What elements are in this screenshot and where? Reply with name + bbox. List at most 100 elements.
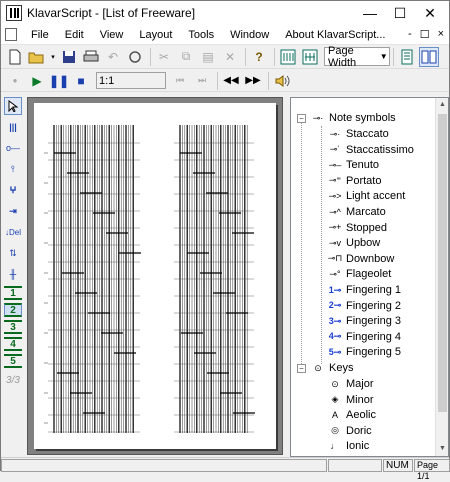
zoom-select[interactable]: Page Width ▼ <box>324 45 390 69</box>
menu-file[interactable]: File <box>23 29 57 41</box>
single-page-icon[interactable] <box>397 47 417 67</box>
print-icon[interactable] <box>81 47 101 67</box>
time-signature-tool-icon[interactable]: 3/3 <box>4 371 22 389</box>
tree-item[interactable]: 5⊸ Fingering 5 <box>327 344 401 360</box>
pause-icon[interactable]: ❚❚ <box>49 71 69 91</box>
fingering-5-tool-icon[interactable]: 5 <box>4 354 22 368</box>
tree-item[interactable]: ⊸° Flageolet <box>327 266 391 282</box>
undo-icon[interactable]: ↶ <box>103 47 123 67</box>
tree-node-keys[interactable]: − ⊙ Keys <box>291 360 353 376</box>
bar-tool-icon[interactable]: ╫ <box>4 265 22 283</box>
rewind-icon[interactable]: ◀◀ <box>221 71 241 91</box>
menu-layout[interactable]: Layout <box>131 29 180 41</box>
scroll-up-icon[interactable]: ▲ <box>436 98 448 112</box>
tree-node-note-symbols[interactable]: − ⊸· Note symbols <box>291 110 396 126</box>
copy-icon[interactable]: ⧉ <box>176 47 196 67</box>
collapse-icon[interactable]: − <box>297 363 306 373</box>
go-to-end-icon[interactable]: ⏭ <box>192 71 212 91</box>
tree-item[interactable]: ⊙ Major <box>327 376 373 392</box>
insert-tool-icon[interactable]: ↓Del <box>4 223 22 241</box>
fingering-2-tool-icon[interactable]: 2 <box>4 303 22 317</box>
tree-item[interactable]: ⊸> Light accent <box>327 188 406 204</box>
tree-item[interactable]: A Aeolic <box>327 407 376 423</box>
mdi-minimize-button[interactable]: - <box>408 28 412 41</box>
open-folder-icon[interactable] <box>27 47 47 67</box>
menu-bar: File Edit View Layout Tools Window About… <box>1 25 449 45</box>
maximize-button[interactable]: ☐ <box>385 1 415 25</box>
go-to-start-icon[interactable]: ⏮ <box>170 71 190 91</box>
tree-item[interactable]: ⊸+ Stopped <box>327 220 387 236</box>
menu-edit[interactable]: Edit <box>57 29 92 41</box>
tree-item[interactable]: 3⊸ Fingering 3 <box>327 313 401 329</box>
tree-item[interactable]: ⊸ˈ Staccatissimo <box>327 142 414 158</box>
tree-item[interactable]: ◎ Doric <box>327 423 372 439</box>
two-page-icon[interactable] <box>419 46 439 67</box>
stop-icon[interactable]: ■ <box>71 71 91 91</box>
tree-item-label: Minor <box>346 393 374 406</box>
fast-forward-icon[interactable]: ▶▶ <box>243 71 263 91</box>
score-view-icon[interactable] <box>278 47 298 67</box>
tree-item[interactable]: ⊸· Staccato <box>327 126 389 142</box>
tool-palette: ||| o— ⫯ ⵖ ⇥ ↓Del ⇅ ╫ 1 2 3 4 5 3/3 <box>1 97 25 457</box>
klavarscript-app-icon[interactable] <box>6 5 22 21</box>
tree-item-label: Ionic <box>346 440 370 453</box>
tree-item[interactable]: ⊸⁼ Portato <box>327 173 382 189</box>
new-file-icon[interactable] <box>5 47 25 67</box>
mdi-restore-button[interactable]: ☐ <box>420 28 430 41</box>
close-button[interactable]: ✕ <box>415 1 445 25</box>
play-icon[interactable]: ▶ <box>27 71 47 91</box>
score-page[interactable] <box>34 103 276 449</box>
tree-item-label: Fingering 3 <box>346 315 402 328</box>
beam-tool-icon[interactable]: ⵖ <box>4 181 22 199</box>
tree-item[interactable]: ⊸v Upbow <box>327 235 380 251</box>
title-bar: KlavarScript - [List of Freeware] — ☐ ✕ <box>1 1 449 25</box>
keys-icon: ⊙ <box>314 362 322 373</box>
measure-tool-icon[interactable]: ⇥ <box>4 202 22 220</box>
score-canvas[interactable] <box>27 97 283 455</box>
document-icon[interactable] <box>5 28 17 41</box>
select-arrow-icon[interactable] <box>4 97 22 115</box>
tree-item[interactable]: 4⊸ Fingering 4 <box>327 329 401 345</box>
fingering-4-tool-icon[interactable]: 4 <box>4 337 22 351</box>
position-field[interactable] <box>96 72 166 89</box>
delete-icon[interactable]: ✕ <box>220 47 240 67</box>
tree-scrollbar[interactable]: ▲ ▼ <box>435 98 448 456</box>
chord-tool-icon[interactable]: ⫯ <box>4 160 22 178</box>
tree-item[interactable]: ⊸⊓ Downbow <box>327 251 395 267</box>
menu-about[interactable]: About KlavarScript... <box>277 29 393 41</box>
record-icon[interactable]: ● <box>5 71 25 91</box>
staff-tool-icon[interactable]: ||| <box>4 118 22 136</box>
fingering-3-tool-icon[interactable]: 3 <box>4 320 22 334</box>
minimize-button[interactable]: — <box>355 1 385 25</box>
panel-splitter[interactable] <box>285 97 289 457</box>
tree-item[interactable]: ⊸– Tenuto <box>327 157 379 173</box>
tree-item[interactable]: ⊸^ Marcato <box>327 204 386 220</box>
tree-item[interactable]: ◈ Minor <box>327 392 374 408</box>
paste-icon[interactable]: ▤ <box>198 47 218 67</box>
split-tool-icon[interactable]: ⇅ <box>4 244 22 262</box>
help-icon[interactable]: ? <box>249 47 269 67</box>
menu-tools[interactable]: Tools <box>180 29 222 41</box>
scroll-thumb[interactable] <box>438 114 447 412</box>
redo-icon[interactable] <box>125 47 145 67</box>
note-tool-icon[interactable]: o— <box>4 139 22 157</box>
scroll-down-icon[interactable]: ▼ <box>436 442 448 456</box>
status-message <box>1 459 327 472</box>
tree-item[interactable]: 2⊸ Fingering 2 <box>327 298 401 314</box>
fingering-1-tool-icon[interactable]: 1 <box>4 286 22 300</box>
staccato-icon: ⊸· <box>329 128 341 139</box>
cut-icon[interactable]: ✂ <box>154 47 174 67</box>
menu-view[interactable]: View <box>92 29 132 41</box>
aeolic-key-icon: A <box>331 410 338 421</box>
mdi-close-button[interactable]: × <box>438 28 444 41</box>
chevron-down-icon: ▼ <box>379 52 388 61</box>
tree-item[interactable]: ♩ Ionic <box>327 438 370 454</box>
menu-window[interactable]: Window <box>222 29 277 41</box>
tree-item-label: Stopped <box>346 221 387 234</box>
tree-item[interactable]: 1⊸ Fingering 1 <box>327 282 401 298</box>
collapse-icon[interactable]: − <box>297 113 306 123</box>
speaker-icon[interactable] <box>272 71 292 91</box>
page-view-icon[interactable] <box>300 47 320 67</box>
save-icon[interactable] <box>59 47 79 67</box>
open-dropdown-icon[interactable]: ▾ <box>49 47 57 67</box>
